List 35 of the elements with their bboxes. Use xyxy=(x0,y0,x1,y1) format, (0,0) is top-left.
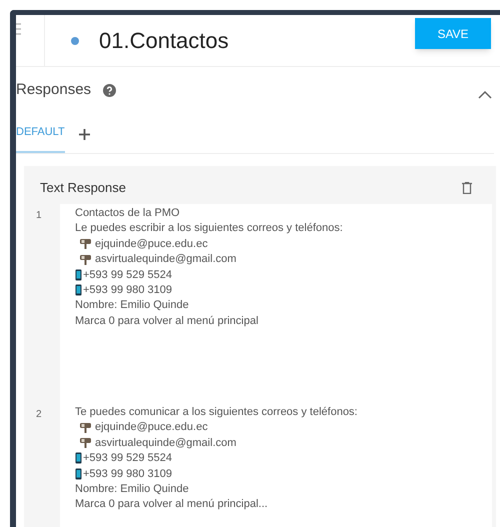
response-line: Marca 0 para volver al menú principal xyxy=(75,314,258,329)
phone-icon xyxy=(75,452,82,464)
response-line: Le puedes escribir a los siguientes correos y teléfonos: xyxy=(75,221,343,236)
card-title: Text Response xyxy=(40,178,126,197)
add-icon[interactable] xyxy=(78,128,90,140)
response-field[interactable] xyxy=(60,204,492,402)
response-line: Nombre: Emilio Quinde xyxy=(75,482,189,497)
help-icon xyxy=(103,84,116,97)
mailbox-icon xyxy=(79,437,92,448)
response-line: +593 99 529 5524 xyxy=(83,451,172,466)
mailbox-icon xyxy=(79,422,92,434)
phone-icon xyxy=(75,468,82,480)
phone-icon xyxy=(75,268,82,281)
chevron-icon[interactable] xyxy=(478,90,492,99)
section-title: Responses xyxy=(16,80,92,100)
response-line: +593 99 529 5524 xyxy=(83,268,172,283)
line-number: 1 xyxy=(35,208,43,222)
response-line: asvirtualequinde@gmail.com xyxy=(95,252,236,268)
trash-icon[interactable] xyxy=(462,182,472,194)
response-line: +593 99 980 3109 xyxy=(83,466,172,482)
response-line: Te puedes comunicar a los siguientes correos y teléfonos: xyxy=(75,404,358,420)
response-line: Contactos de la PMO xyxy=(75,206,180,221)
response-line: Nombre: Emilio Quinde xyxy=(75,298,189,314)
mailbox-icon xyxy=(79,238,92,250)
response-line: Marca 0 para volver al menú principal... xyxy=(75,497,268,512)
response-line: ejquinde@puce.edu.ec xyxy=(95,420,208,436)
response-line: asvirtualequinde@gmail.com xyxy=(95,436,236,451)
tab[interactable]: DEFAULT xyxy=(16,124,65,152)
phone-icon xyxy=(75,284,82,296)
mailbox-icon xyxy=(79,254,92,265)
response-line: +593 99 980 3109 xyxy=(83,282,172,298)
save-button[interactable]: SAVE xyxy=(415,18,491,49)
response-line: ejquinde@puce.edu.ec xyxy=(95,236,208,252)
page-title: 01.Contactos xyxy=(99,27,229,55)
line-number: 2 xyxy=(35,408,43,422)
